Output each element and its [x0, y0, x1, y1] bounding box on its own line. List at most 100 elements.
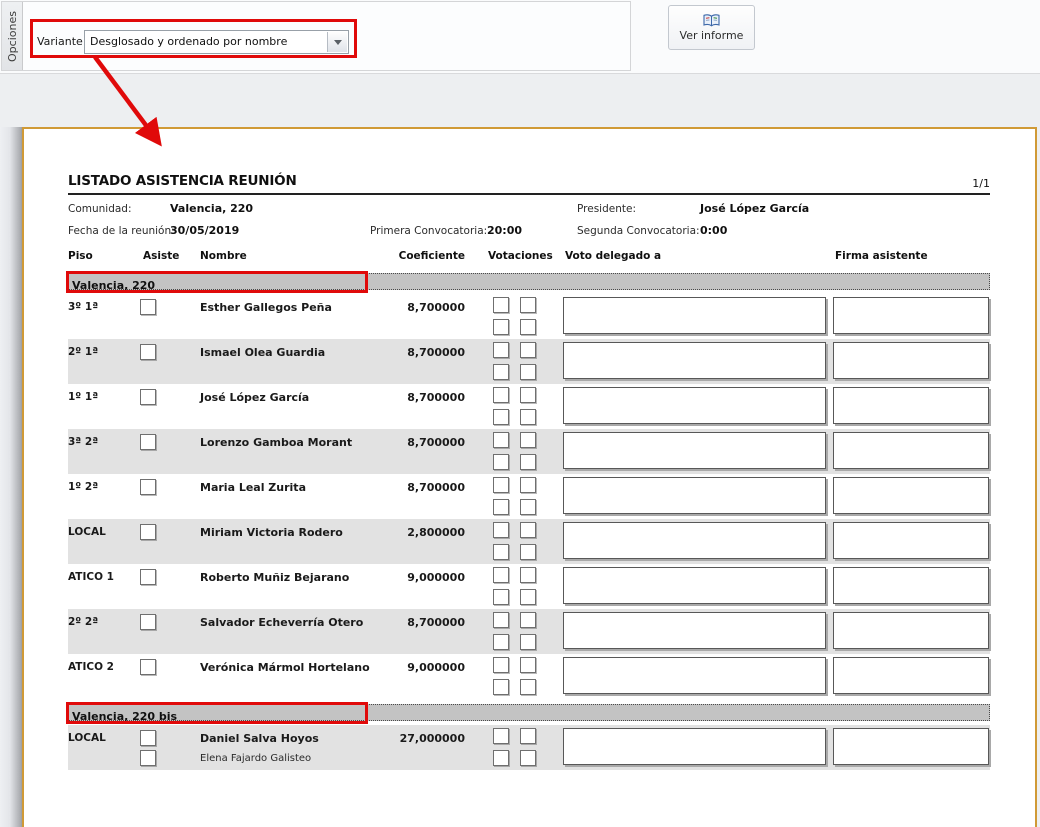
votacion-checkbox [493, 342, 509, 358]
report-title: LISTADO ASISTENCIA REUNIÓN [68, 173, 297, 189]
asiste-checkbox [140, 614, 156, 630]
asiste-checkbox [140, 389, 156, 405]
page-indicator: 1/1 [890, 177, 990, 190]
asiste-checkbox [140, 524, 156, 540]
votacion-checkbox [520, 432, 536, 448]
votacion-checkbox [493, 477, 509, 493]
votacion-checkbox [520, 657, 536, 673]
coeficiente-cell: 27,000000 [345, 732, 465, 745]
asiste-checkbox [140, 569, 156, 585]
votacion-checkbox [520, 364, 536, 380]
coeficiente-cell: 8,700000 [345, 391, 465, 404]
piso-cell: ATICO 2 [68, 661, 114, 673]
preview-left-margin [0, 127, 22, 827]
tab-opciones-label: Opciones [6, 11, 19, 62]
presidente-label: Presidente: [577, 203, 636, 215]
col-votaciones: Votaciones [488, 250, 553, 262]
coeficiente-cell: 8,700000 [345, 616, 465, 629]
piso-cell: ATICO 1 [68, 571, 114, 583]
asiste-checkbox [140, 659, 156, 675]
votacion-checkbox [493, 728, 509, 744]
attendee-row: ATICO 2Verónica Mármol Hortelano9,000000 [68, 654, 990, 699]
column-headers: Piso Asiste Nombre Coeficiente Votacione… [68, 250, 990, 265]
firma-box [833, 522, 989, 559]
piso-cell: LOCAL [68, 526, 106, 538]
report-body: Valencia, 2203º 1ªEsther Gallegos Peña8,… [68, 273, 990, 770]
comunidad-value: Valencia, 220 [170, 202, 253, 215]
open-book-icon [703, 14, 720, 27]
options-panel: Opciones Variante: Desglosado y ordenado… [1, 1, 631, 71]
tab-opciones[interactable]: Opciones [2, 2, 23, 70]
voto-delegado-box [563, 297, 826, 334]
ver-informe-button[interactable]: Ver informe [668, 5, 755, 50]
toolbar: Opciones Variante: Desglosado y ordenado… [0, 0, 1040, 74]
firma-box [833, 297, 989, 334]
asiste-checkbox [140, 730, 156, 746]
votacion-checkbox [520, 409, 536, 425]
piso-cell: 3º 1ª [68, 301, 98, 313]
votacion-checkbox [520, 454, 536, 470]
asiste-checkbox [140, 479, 156, 495]
votacion-checkbox [520, 499, 536, 515]
voto-delegado-box [563, 612, 826, 649]
coeficiente-cell: 8,700000 [345, 436, 465, 449]
coeficiente-cell: 9,000000 [345, 571, 465, 584]
votacion-checkbox [493, 364, 509, 380]
col-coeficiente: Coeficiente [345, 250, 465, 262]
votacion-checkbox [493, 750, 509, 766]
attendee-row: 1º 1ª José López García 8,700000 [68, 384, 990, 429]
votacion-checkbox [493, 409, 509, 425]
piso-cell: 1º 1ª [68, 391, 98, 403]
firma-box [833, 567, 989, 604]
votacion-checkbox [520, 612, 536, 628]
variante-dropdown[interactable]: Desglosado y ordenado por nombre [84, 30, 349, 54]
group-band: Valencia, 220 bis [68, 704, 990, 721]
votacion-checkbox [520, 387, 536, 403]
votacion-checkbox [520, 544, 536, 560]
group-band-label: Valencia, 220 [69, 279, 155, 293]
group-band: Valencia, 220 [68, 273, 990, 290]
votacion-checkbox [493, 634, 509, 650]
votacion-checkbox [493, 499, 509, 515]
voto-delegado-box [563, 387, 826, 424]
firma-box [833, 612, 989, 649]
firma-box [833, 387, 989, 424]
votacion-checkbox [493, 679, 509, 695]
col-piso: Piso [68, 250, 93, 262]
votacion-checkbox [520, 522, 536, 538]
piso-cell: 1º 2ª [68, 481, 98, 493]
attendee-row: LOCALDaniel Salva HoyosElena Fajardo Gal… [68, 725, 990, 770]
attendee-name: Ismael Olea Guardia [200, 346, 325, 359]
comunidad-label: Comunidad: [68, 203, 132, 215]
votacion-checkbox [493, 612, 509, 628]
asiste-checkbox [140, 344, 156, 360]
firma-box [833, 432, 989, 469]
col-nombre: Nombre [200, 250, 247, 262]
piso-cell: LOCAL [68, 732, 106, 744]
col-asiste: Asiste [143, 250, 179, 262]
attendee-name: José López García [200, 391, 309, 404]
attendee-row: 1º 2ªMaria Leal Zurita8,700000 [68, 474, 990, 519]
votacion-checkbox [493, 522, 509, 538]
voto-delegado-box [563, 567, 826, 604]
segunda-value: 0:00 [700, 224, 727, 237]
piso-cell: 2º 1ª [68, 346, 98, 358]
attendee-row: 3ª 2ªLorenzo Gamboa Morant8,700000 [68, 429, 990, 474]
voto-delegado-box [563, 477, 826, 514]
ver-informe-label: Ver informe [680, 29, 744, 42]
votacion-checkbox [520, 477, 536, 493]
attendee-row: LOCALMiriam Victoria Rodero2,800000 [68, 519, 990, 564]
votacion-checkbox [520, 319, 536, 335]
votacion-checkbox [520, 342, 536, 358]
attendee-name: Daniel Salva Hoyos [200, 732, 319, 745]
voto-delegado-box [563, 728, 826, 765]
voto-delegado-box [563, 342, 826, 379]
fecha-label: Fecha de la reunión: [68, 225, 175, 237]
coeficiente-cell: 9,000000 [345, 661, 465, 674]
votacion-checkbox [493, 657, 509, 673]
attendee-name: Roberto Muñiz Bejarano [200, 571, 349, 584]
votacion-checkbox [520, 750, 536, 766]
variante-dropdown-button[interactable] [327, 32, 347, 52]
segunda-label: Segunda Convocatoria: [577, 225, 700, 237]
votacion-checkbox [520, 728, 536, 744]
